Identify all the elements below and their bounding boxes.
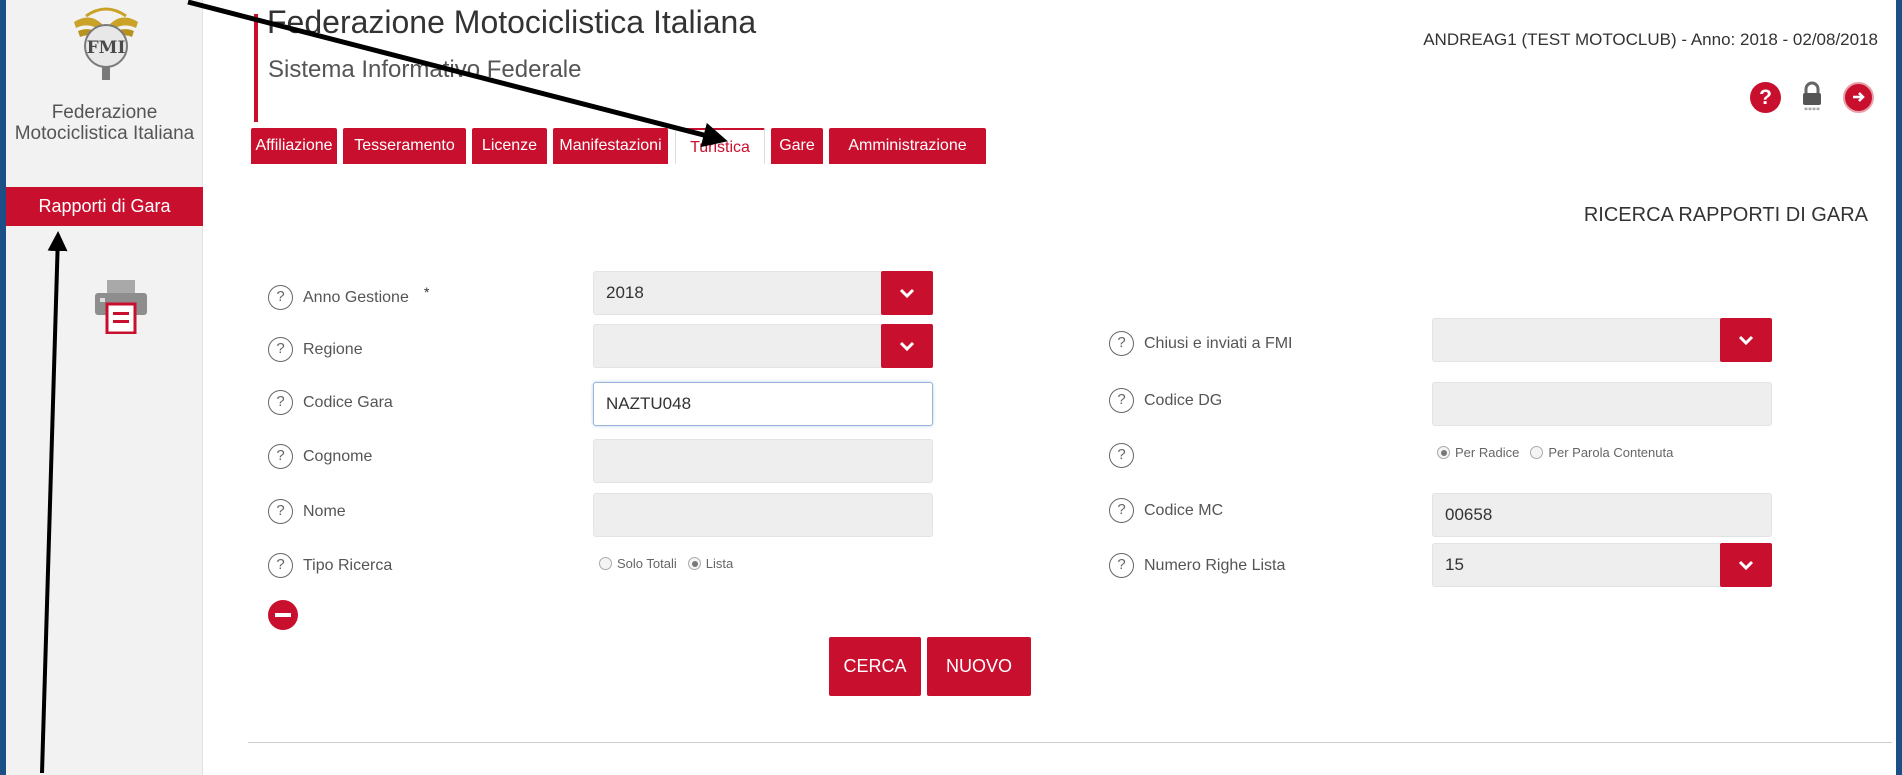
user-info: ANDREAG1 (TEST MOTOCLUB) - Anno: 2018 - … [1423, 30, 1878, 49]
logo-letters: FMI [87, 38, 126, 58]
help-icon-nome[interactable]: ? [268, 499, 293, 524]
help-icon-cognome[interactable]: ? [268, 444, 293, 469]
header-actions: ? **** [1750, 80, 1874, 114]
nome-label: Nome [303, 503, 346, 520]
cognome-label: Cognome [303, 448, 373, 465]
header-accent-bar [254, 14, 258, 122]
chevron-down-icon [899, 341, 915, 351]
codice-gara-label: Codice Gara [303, 394, 393, 411]
chiusi-inviati-dropdown-button[interactable] [1720, 318, 1772, 362]
regione-label: Regione [303, 341, 363, 358]
change-password-icon[interactable]: **** [1795, 80, 1829, 114]
chevron-down-icon [1738, 560, 1754, 570]
codice-dg-input[interactable] [1432, 382, 1772, 426]
radio-per-parola-contenuta[interactable] [1530, 446, 1544, 459]
logout-icon[interactable] [1843, 81, 1874, 113]
tab-licenze[interactable]: Licenze [472, 128, 547, 164]
help-icon-chiusi-inviati[interactable]: ? [1109, 331, 1134, 356]
tab-gare[interactable]: Gare [771, 128, 823, 164]
fmi-logo: FMI [74, 7, 138, 80]
tipo-ricerca-radio-group: Solo Totali Lista [599, 556, 733, 571]
help-icon-numero-righe[interactable]: ? [1109, 553, 1134, 578]
radio-per-radice[interactable] [1437, 446, 1450, 459]
nome-input[interactable] [593, 493, 933, 537]
cognome-input[interactable] [593, 439, 933, 483]
radio-solo-totali-label: Solo Totali [617, 556, 677, 571]
radio-per-parola-contenuta-label: Per Parola Contenuta [1548, 445, 1674, 460]
chevron-down-icon [899, 288, 915, 298]
radio-lista[interactable] [687, 557, 701, 570]
codice-dg-label: Codice DG [1144, 392, 1223, 409]
numero-righe-label: Numero Righe Lista [1144, 557, 1286, 574]
regione-dropdown-button[interactable] [881, 324, 933, 368]
tipo-ricerca-label: Tipo Ricerca [303, 557, 393, 574]
app-subtitle: Sistema Informativo Federale [268, 56, 582, 83]
tab-tesseramento[interactable]: Tesseramento [343, 128, 466, 164]
anno-gestione-label: Anno Gestione [303, 289, 409, 306]
collapse-minus-icon[interactable] [268, 600, 298, 630]
anno-gestione-dropdown-button[interactable] [881, 271, 933, 315]
app-title: Federazione Motociclistica Italiana [267, 4, 757, 40]
required-asterisk: * [424, 284, 430, 300]
logo-text: Federazione Motociclistica Italiana [14, 102, 195, 144]
new-button[interactable]: NUOVO [927, 637, 1031, 696]
help-icon-tipo-ricerca[interactable]: ? [268, 553, 293, 578]
chevron-down-icon [1738, 335, 1754, 345]
app-window: FMI Federazione Motociclistica Italiana … [6, 0, 1896, 775]
search-button[interactable]: CERCA [829, 637, 921, 696]
radio-lista-label: Lista [705, 556, 734, 571]
codice-mc-label: Codice MC [1144, 502, 1224, 519]
printer-icon[interactable] [93, 280, 149, 334]
page-heading: RICERCA RAPPORTI DI GARA [1583, 204, 1868, 226]
sidebar: FMI Federazione Motociclistica Italiana … [6, 0, 203, 775]
tab-amministrazione[interactable]: Amministrazione [829, 128, 986, 164]
bottom-divider [248, 742, 1892, 743]
numero-righe-dropdown-button[interactable] [1720, 543, 1772, 587]
help-icon[interactable]: ? [1750, 81, 1781, 113]
help-icon-regione[interactable]: ? [268, 337, 293, 362]
chiusi-inviati-label: Chiusi e inviati a FMI [1144, 335, 1293, 352]
help-icon-ricerca-mode[interactable]: ? [1109, 443, 1134, 468]
help-icon-codice-dg[interactable]: ? [1109, 388, 1134, 413]
codice-mc-input[interactable]: 00658 [1432, 493, 1772, 537]
tab-turistica[interactable]: Turistica [675, 128, 765, 164]
codice-gara-input[interactable]: NAZTU048 [593, 382, 933, 426]
ricerca-mode-radio-group: Per Radice Per Parola Contenuta [1437, 445, 1673, 460]
radio-solo-totali[interactable] [599, 557, 612, 570]
help-icon-codice-gara[interactable]: ? [268, 390, 293, 415]
help-icon-anno-gestione[interactable]: ? [268, 285, 293, 310]
help-icon-codice-mc[interactable]: ? [1109, 498, 1134, 523]
tab-affiliazione[interactable]: Affiliazione [251, 128, 337, 164]
svg-text:****: **** [1804, 106, 1820, 114]
tab-manifestazioni[interactable]: Manifestazioni [553, 128, 668, 164]
radio-per-radice-label: Per Radice [1455, 445, 1520, 460]
sidebar-item-rapporti-di-gara[interactable]: Rapporti di Gara [6, 187, 203, 226]
